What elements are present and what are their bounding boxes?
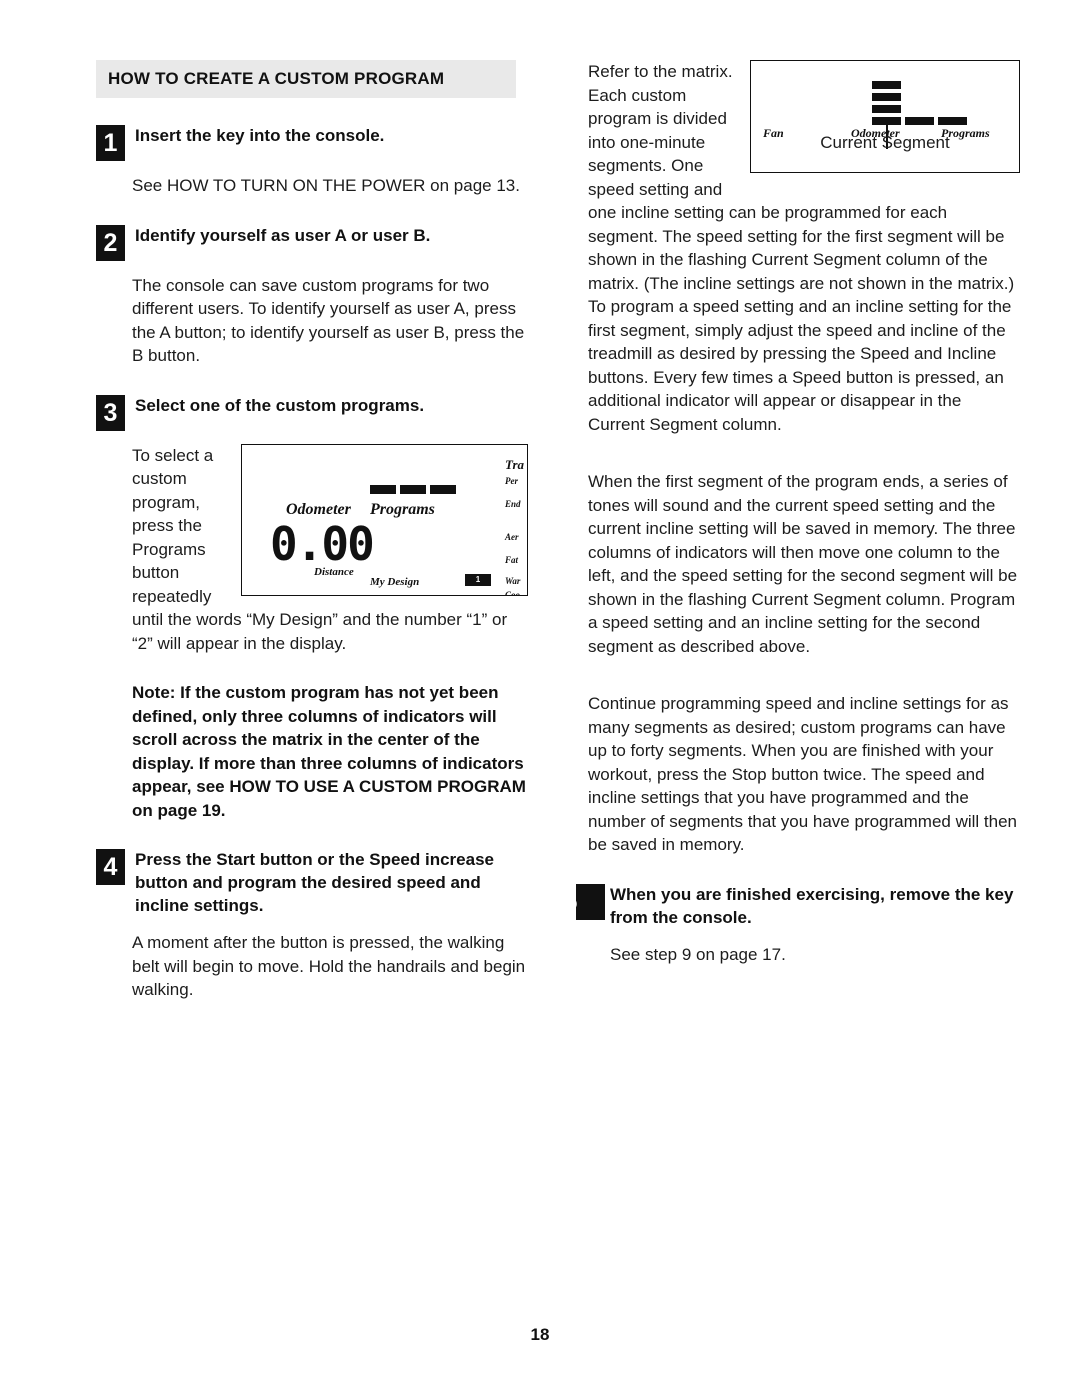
console-edge-label-endurance: End bbox=[505, 498, 521, 509]
console-my-design-indicator-value: 1 bbox=[475, 574, 481, 584]
console-figure-frame: Odometer Programs 0.00 Distance My Desig… bbox=[241, 443, 528, 596]
step-5-body: See step 9 on page 17. bbox=[610, 944, 786, 964]
step-2: 2 Identify yourself as user A or user B. bbox=[96, 224, 528, 261]
step-5-title: When you are finished exercising, remove… bbox=[610, 884, 1014, 927]
console-distance-readout: 0.00 bbox=[270, 516, 375, 571]
manual-page: HOW TO CREATE A CUSTOM PROGRAM 1 Insert … bbox=[0, 0, 1080, 1397]
step-4: 4 Press the Start button or the Speed in… bbox=[96, 848, 528, 917]
matrix-intro-with-figure: Fan Odometer Programs Current Segment Re… bbox=[588, 60, 1020, 436]
step-2-number: 2 bbox=[96, 224, 125, 261]
console-label-programs: Programs bbox=[370, 500, 435, 518]
left-column: HOW TO CREATE A CUSTOM PROGRAM 1 Insert … bbox=[96, 60, 528, 1002]
program-indicator-bar-2 bbox=[400, 484, 426, 494]
program-indicator-bar-3 bbox=[430, 484, 456, 494]
matrix-bar-col2-row1 bbox=[905, 117, 934, 125]
step-5: 5 When you are finished exercising, remo… bbox=[576, 883, 1020, 929]
right-column: Fan Odometer Programs Current Segment Re… bbox=[576, 60, 1020, 966]
right-column-paragraph-2: When the first segment of the program en… bbox=[588, 472, 1018, 656]
custom-program-note: Note: If the custom program has not yet … bbox=[132, 683, 526, 820]
page-number: 18 bbox=[530, 1325, 550, 1344]
console-edge-label-warmup: War bbox=[505, 575, 521, 586]
console-edge-label-performance: Per bbox=[505, 475, 518, 486]
matrix-bar-col1-row3 bbox=[872, 93, 901, 101]
step-1-title: Insert the key into the console. bbox=[135, 126, 385, 145]
step-3: 3 Select one of the custom programs. bbox=[96, 394, 528, 431]
current-segment-figure: Fan Odometer Programs Current Segment bbox=[750, 60, 1020, 173]
console-edge-label-aerobic: Aer bbox=[505, 531, 519, 542]
step-3-number: 3 bbox=[96, 394, 125, 431]
step-1-number: 1 bbox=[96, 125, 125, 161]
step-2-title: Identify yourself as user A or user B. bbox=[135, 225, 431, 245]
console-edge-label-group: Tra Per End Aer Fat War Coo bbox=[503, 445, 527, 596]
step-4-number: 4 bbox=[96, 849, 125, 885]
console-edge-label-track: Tra bbox=[505, 456, 525, 472]
matrix-bar-col3-row1 bbox=[938, 117, 967, 125]
console-edge-label-cooldown: Coo bbox=[505, 589, 521, 596]
step-1-body: See HOW TO TURN ON THE POWER on page 13. bbox=[132, 176, 520, 195]
program-indicator-bar-1 bbox=[370, 484, 396, 494]
matrix-figure-frame: Fan Odometer Programs Current Segment bbox=[750, 60, 1020, 173]
step-3-body-with-figure: Odometer Programs 0.00 Distance My Desig… bbox=[132, 443, 528, 656]
step-2-body: The console can save custom programs for… bbox=[132, 275, 525, 366]
right-column-paragraph-3: Continue programming speed and incline s… bbox=[588, 694, 1018, 854]
step-4-title: Press the Start button or the Speed incr… bbox=[135, 850, 494, 915]
step-3-title: Select one of the custom programs. bbox=[135, 395, 425, 415]
console-label-distance: Distance bbox=[314, 565, 354, 578]
current-segment-caption: Current Segment bbox=[820, 133, 950, 152]
step-4-body: A moment after the button is pressed, th… bbox=[132, 933, 526, 999]
matrix-bar-col1-row2 bbox=[872, 105, 901, 113]
step-5-number: 5 bbox=[576, 883, 605, 920]
section-header: HOW TO CREATE A CUSTOM PROGRAM bbox=[96, 60, 516, 98]
console-label-my-design: My Design bbox=[370, 575, 420, 588]
console-display-figure: Odometer Programs 0.00 Distance My Desig… bbox=[241, 443, 528, 596]
step-1: 1 Insert the key into the console. bbox=[96, 124, 528, 161]
matrix-bar-col1-row4 bbox=[872, 81, 901, 89]
console-edge-label-fat: Fat bbox=[505, 554, 519, 565]
